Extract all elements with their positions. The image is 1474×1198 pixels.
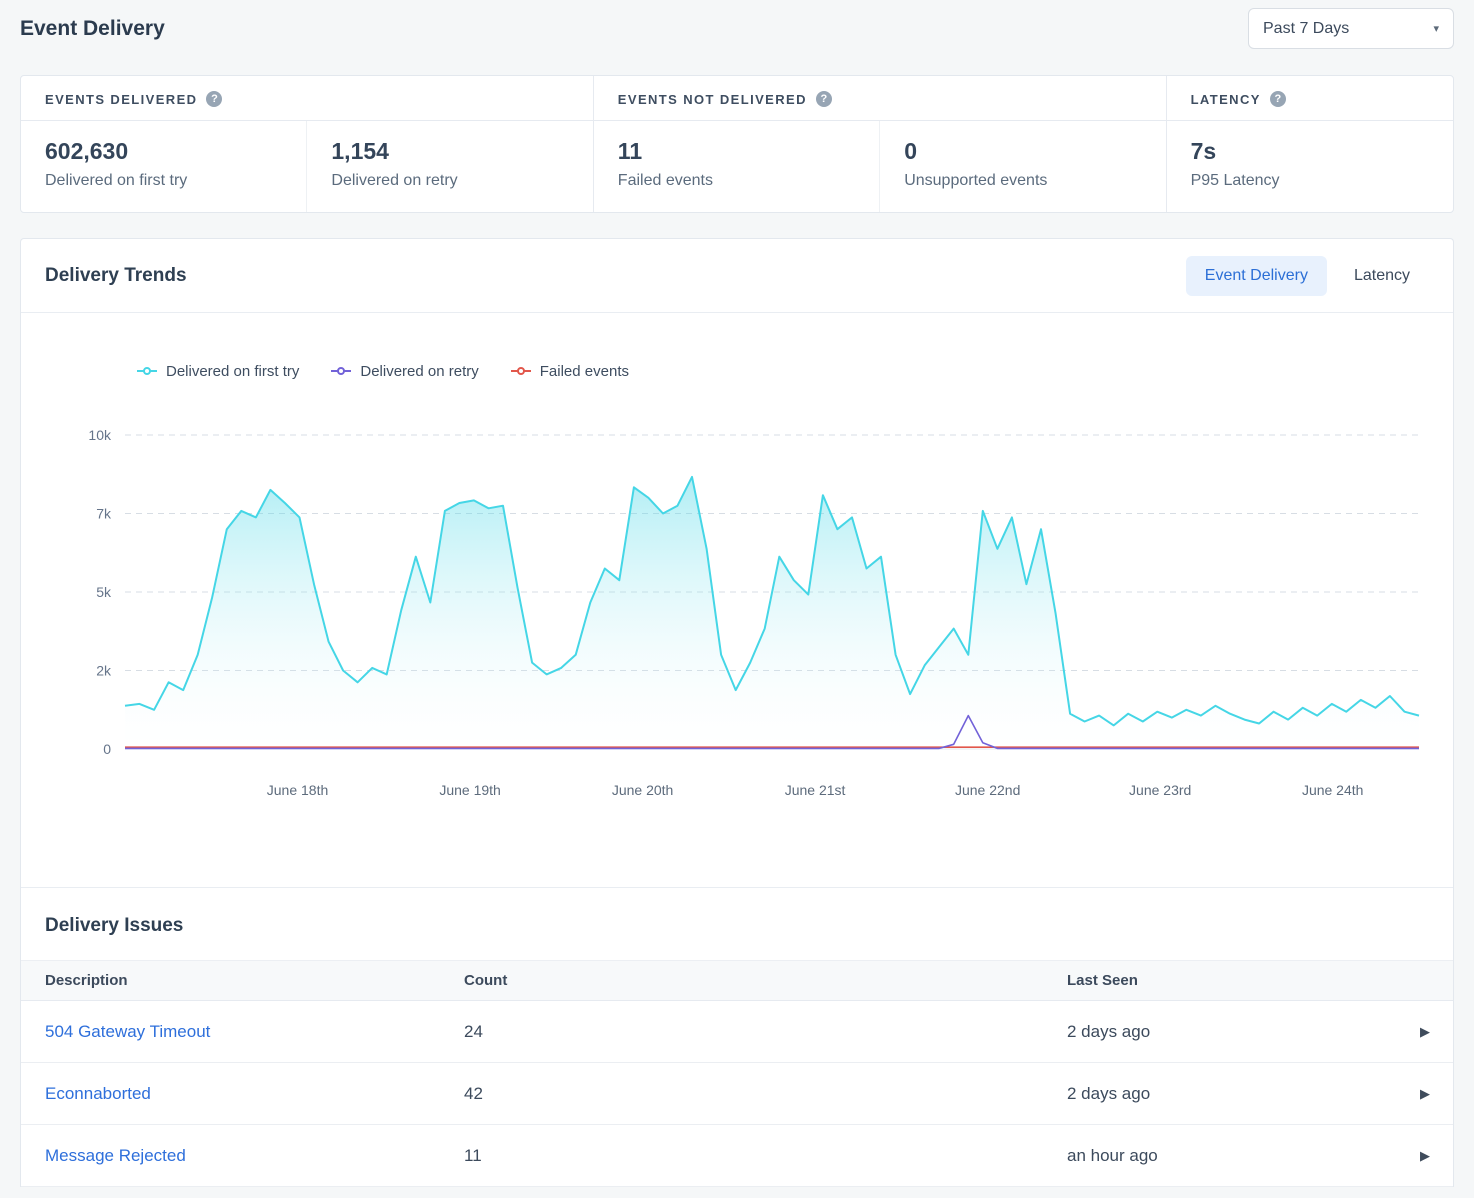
column-header-description: Description [21, 972, 464, 989]
help-icon[interactable]: ? [816, 91, 832, 107]
stats-header-events-not-delivered: EVENTS NOT DELIVERED ? [594, 76, 1167, 121]
chevron-down-icon: ▾ [1433, 22, 1439, 35]
legend-label: Failed events [540, 363, 629, 380]
svg-text:June 24th: June 24th [1302, 782, 1364, 798]
issue-last-seen: 2 days ago [1067, 1084, 1397, 1104]
stats-header-label: EVENTS DELIVERED [45, 92, 197, 107]
stat-value: 1,154 [331, 138, 568, 165]
page-title: Event Delivery [20, 17, 165, 41]
stats-header-latency: LATENCY ? [1167, 76, 1453, 121]
table-row[interactable]: 504 Gateway Timeout 24 2 days ago ▶ [21, 1001, 1453, 1063]
delivery-issues-section: Delivery Issues Description Count Last S… [21, 887, 1453, 1187]
issue-link[interactable]: Econnaborted [45, 1084, 151, 1103]
svg-text:June 21st: June 21st [785, 782, 846, 798]
svg-text:June 19th: June 19th [439, 782, 501, 798]
chevron-right-icon[interactable]: ▶ [1397, 1024, 1453, 1040]
trends-title: Delivery Trends [45, 265, 187, 287]
tab-latency[interactable]: Latency [1335, 256, 1429, 296]
stat-delivered-retry: 1,154 Delivered on retry [307, 121, 593, 212]
issue-link[interactable]: Message Rejected [45, 1146, 186, 1165]
chevron-right-icon[interactable]: ▶ [1397, 1086, 1453, 1102]
stat-label: Delivered on retry [331, 172, 568, 190]
svg-text:June 23rd: June 23rd [1129, 782, 1191, 798]
svg-text:June 22nd: June 22nd [955, 782, 1020, 798]
legend-label: Delivered on retry [360, 363, 478, 380]
issue-link[interactable]: 504 Gateway Timeout [45, 1022, 210, 1041]
issue-last-seen: an hour ago [1067, 1146, 1397, 1166]
stats-header-label: LATENCY [1191, 92, 1261, 107]
column-header-last-seen: Last Seen [1067, 972, 1397, 989]
legend-item-retry[interactable]: Delivered on retry [331, 363, 478, 380]
stat-label: Delivered on first try [45, 172, 282, 190]
event-delivery-page: Event Delivery Past 7 Days ▾ EVENTS DELI… [0, 0, 1474, 1187]
legend-label: Delivered on first try [166, 363, 299, 380]
stats-header-events-delivered: EVENTS DELIVERED ? [21, 76, 594, 121]
table-row[interactable]: Message Rejected 11 an hour ago ▶ [21, 1125, 1453, 1187]
stat-p95-latency: 7s P95 Latency [1167, 121, 1453, 212]
svg-text:June 18th: June 18th [267, 782, 329, 798]
stat-delivered-first-try: 602,630 Delivered on first try [21, 121, 307, 212]
stat-failed-events: 11 Failed events [594, 121, 880, 212]
tab-event-delivery[interactable]: Event Delivery [1186, 256, 1327, 296]
issues-table-header: Description Count Last Seen [21, 960, 1453, 1001]
issue-count: 42 [464, 1084, 1067, 1104]
svg-text:0: 0 [103, 741, 111, 757]
stats-grid: EVENTS DELIVERED ? EVENTS NOT DELIVERED … [21, 76, 1453, 212]
help-icon[interactable]: ? [1270, 91, 1286, 107]
issues-title: Delivery Issues [21, 888, 1453, 960]
table-row[interactable]: Econnaborted 42 2 days ago ▶ [21, 1063, 1453, 1125]
svg-text:June 20th: June 20th [612, 782, 674, 798]
help-icon[interactable]: ? [206, 91, 222, 107]
legend-line-dot-icon [511, 370, 531, 372]
legend-line-dot-icon [137, 370, 157, 372]
stat-value: 11 [618, 138, 855, 165]
svg-text:7k: 7k [96, 506, 112, 522]
stat-value: 7s [1191, 138, 1429, 165]
delivery-trends-chart: 0 2k 5k 7k 10k June 18th June 19th June 20th Jun… [45, 405, 1429, 818]
legend-line-dot-icon [331, 370, 351, 372]
chart-area: Delivered on first try Delivered on retr… [21, 313, 1453, 818]
trends-tabs: Event Delivery Latency [1186, 256, 1429, 296]
page-header: Event Delivery Past 7 Days ▾ [20, 0, 1454, 49]
stat-label: Unsupported events [904, 172, 1141, 190]
stat-value: 0 [904, 138, 1141, 165]
date-range-value: Past 7 Days [1263, 20, 1349, 38]
stat-label: Failed events [618, 172, 855, 190]
stats-header-label: EVENTS NOT DELIVERED [618, 92, 807, 107]
trends-header: Delivery Trends Event Delivery Latency [21, 239, 1453, 313]
legend-item-first-try[interactable]: Delivered on first try [137, 363, 299, 380]
delivery-trends-card: Delivery Trends Event Delivery Latency D… [20, 238, 1454, 1187]
svg-text:10k: 10k [88, 427, 112, 443]
date-range-select[interactable]: Past 7 Days ▾ [1248, 8, 1454, 49]
svg-text:2k: 2k [96, 663, 112, 679]
svg-text:5k: 5k [96, 584, 112, 600]
stat-value: 602,630 [45, 138, 282, 165]
chart-legend: Delivered on first try Delivered on retr… [137, 361, 1429, 381]
stats-card: EVENTS DELIVERED ? EVENTS NOT DELIVERED … [20, 75, 1454, 213]
column-header-count: Count [464, 972, 1067, 989]
issue-last-seen: 2 days ago [1067, 1022, 1397, 1042]
stat-unsupported-events: 0 Unsupported events [880, 121, 1166, 212]
legend-item-failed[interactable]: Failed events [511, 363, 629, 380]
issue-count: 24 [464, 1022, 1067, 1042]
stat-label: P95 Latency [1191, 172, 1429, 190]
issue-count: 11 [464, 1146, 1067, 1166]
chevron-right-icon[interactable]: ▶ [1397, 1148, 1453, 1164]
